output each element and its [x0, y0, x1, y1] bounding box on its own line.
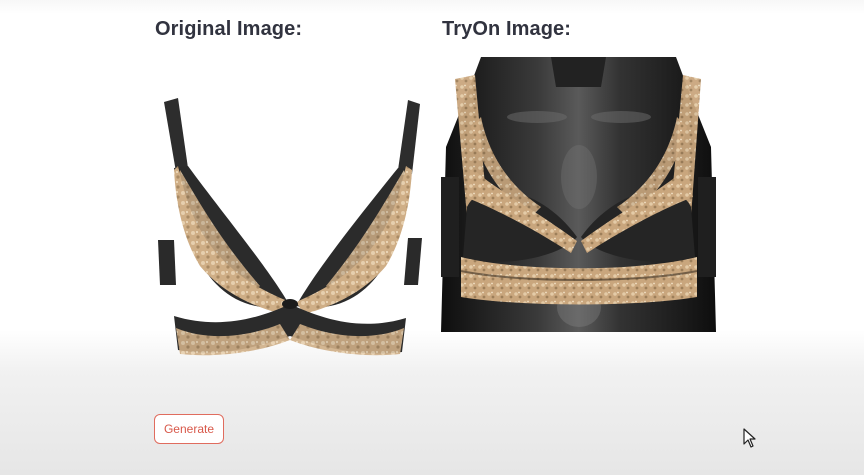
original-image-heading: Original Image:: [155, 18, 303, 40]
generate-button[interactable]: Generate: [154, 414, 224, 444]
original-product-image: [150, 90, 432, 362]
mouse-pointer-icon: [743, 428, 757, 448]
mannequin-illustration: [441, 57, 716, 332]
bra-illustration: [158, 98, 422, 356]
tryon-image-heading: TryOn Image:: [442, 18, 572, 40]
tryon-result-image: [441, 57, 716, 332]
